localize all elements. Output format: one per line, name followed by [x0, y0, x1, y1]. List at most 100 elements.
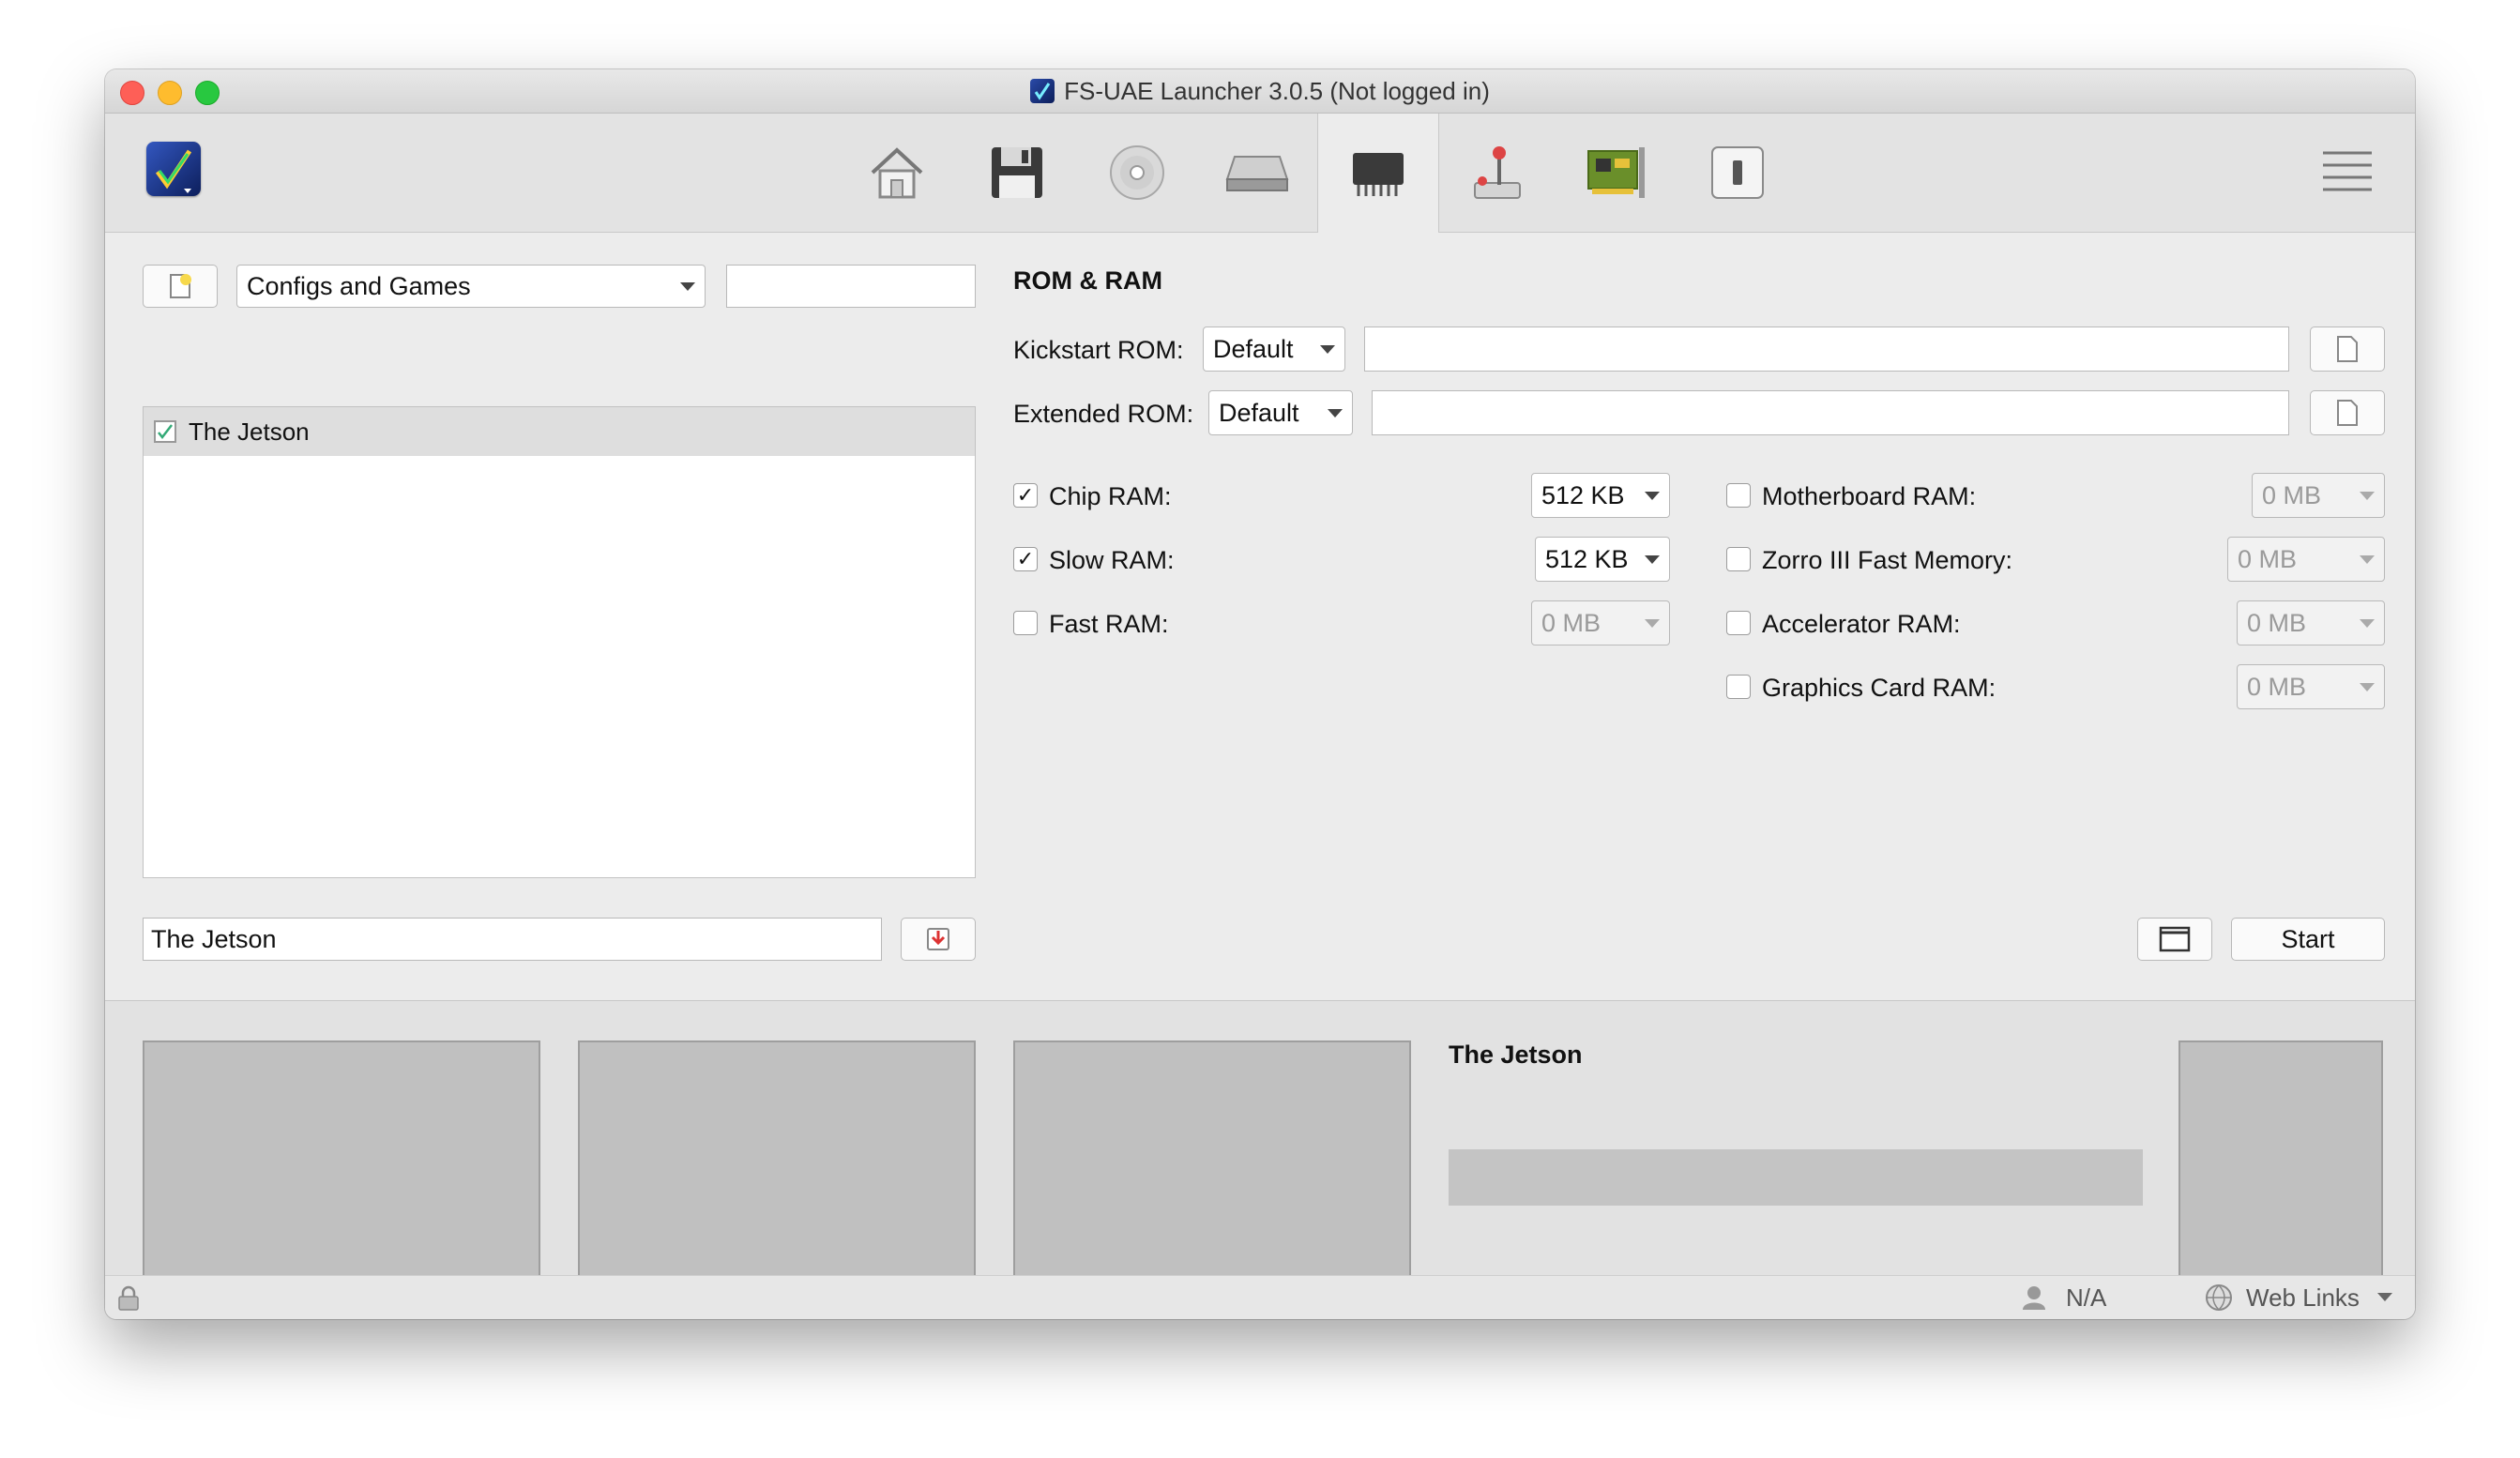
tab-misc[interactable]	[1677, 114, 1798, 232]
extended-rom-path[interactable]	[1372, 390, 2289, 435]
title-bar: FS-UAE Launcher 3.0.5 (Not logged in)	[105, 69, 2415, 114]
motherboard-ram-checkbox[interactable]	[1726, 483, 1751, 508]
graphics-card-ram-value: 0 MB	[2247, 672, 2307, 701]
chip-ram-value: 512 KB	[1541, 480, 1625, 509]
main-menu-button[interactable]	[2321, 149, 2374, 199]
chevron-down-icon	[1645, 554, 1660, 564]
extended-rom-label: Extended ROM:	[1013, 400, 1194, 428]
chevron-down-icon	[2360, 682, 2375, 691]
section-title: ROM & RAM	[1013, 266, 1162, 295]
tab-hard-drives[interactable]	[1197, 114, 1317, 232]
search-input[interactable]	[726, 265, 976, 308]
main-toolbar	[105, 114, 2415, 234]
chip-ram-select[interactable]: 512 KB	[1531, 473, 1670, 518]
save-config-button[interactable]	[901, 918, 976, 961]
zorro-iii-value: 0 MB	[2238, 544, 2298, 573]
kickstart-rom-select[interactable]: Default	[1203, 327, 1345, 372]
kickstart-rom-value: Default	[1213, 334, 1294, 363]
app-title-icon	[1030, 79, 1055, 103]
chevron-down-icon	[1328, 408, 1343, 418]
new-config-button[interactable]	[143, 265, 218, 308]
tab-rom-ram[interactable]	[1317, 114, 1439, 234]
chevron-down-icon	[1320, 344, 1335, 354]
user-status[interactable]: N/A	[2066, 1283, 2106, 1313]
slow-ram-checkbox[interactable]: ✓	[1013, 547, 1038, 571]
new-document-icon	[170, 274, 191, 298]
slow-ram-value: 512 KB	[1545, 544, 1629, 573]
chevron-down-icon	[1645, 491, 1660, 500]
tab-cd-drives[interactable]	[1077, 114, 1197, 232]
tab-floppy-drives[interactable]	[957, 114, 1077, 232]
hard-drive-icon	[1225, 156, 1289, 191]
list-item[interactable]: The Jetson	[144, 407, 975, 456]
config-name-input[interactable]: The Jetson	[143, 918, 882, 961]
config-icon	[154, 420, 176, 443]
chevron-down-icon[interactable]	[2377, 1293, 2392, 1301]
file-icon	[2337, 336, 2358, 362]
chip-ram-checkbox[interactable]: ✓	[1013, 483, 1038, 508]
graphics-card-ram-label: Graphics Card RAM:	[1762, 674, 1996, 702]
switch-icon	[1711, 146, 1764, 199]
game-title: The Jetson	[1449, 1040, 1583, 1069]
slow-ram-label: Slow RAM:	[1049, 546, 1175, 574]
floppy-disk-icon	[992, 147, 1042, 198]
extended-rom-value: Default	[1219, 398, 1299, 427]
accelerator-ram-select[interactable]: 0 MB	[2237, 600, 2385, 645]
motherboard-ram-value: 0 MB	[2262, 480, 2322, 509]
browse-extended-button[interactable]	[2310, 390, 2385, 435]
kickstart-rom-path[interactable]	[1364, 327, 2289, 372]
main-content: Configs and Games The Jetson The Jetson …	[105, 233, 2415, 1000]
lock-icon[interactable]	[116, 1285, 141, 1312]
fast-ram-checkbox[interactable]	[1013, 611, 1038, 635]
config-list[interactable]: The Jetson	[143, 406, 976, 878]
screenshot-2[interactable]	[578, 1040, 976, 1298]
list-item-label: The Jetson	[189, 417, 310, 446]
tab-expansions[interactable]	[1557, 114, 1677, 232]
graphics-card-ram-select[interactable]: 0 MB	[2237, 664, 2385, 709]
expansion-card-icon	[1587, 147, 1645, 198]
accelerator-ram-value: 0 MB	[2247, 608, 2307, 637]
zorro-iii-checkbox[interactable]	[1726, 547, 1751, 571]
memory-chip-icon	[1353, 153, 1404, 196]
list-filter-select[interactable]: Configs and Games	[236, 265, 706, 308]
screenshot-1[interactable]	[143, 1040, 540, 1298]
user-icon	[2023, 1286, 2045, 1310]
zorro-iii-label: Zorro III Fast Memory:	[1762, 546, 2013, 574]
file-icon	[2337, 400, 2358, 426]
game-info-bar	[1449, 1149, 2143, 1206]
fast-ram-label: Fast RAM:	[1049, 610, 1169, 638]
browse-kickstart-button[interactable]	[2310, 327, 2385, 372]
game-info-panel: The Jetson	[105, 1000, 2415, 1298]
cover-art[interactable]	[2178, 1040, 2383, 1298]
list-filter-value: Configs and Games	[247, 271, 471, 300]
cd-rom-icon	[1110, 145, 1164, 200]
tab-home[interactable]	[837, 114, 957, 232]
accelerator-ram-label: Accelerator RAM:	[1762, 610, 1961, 638]
motherboard-ram-select[interactable]: 0 MB	[2252, 473, 2385, 518]
joystick-icon	[1474, 146, 1521, 199]
hamburger-menu-icon	[2323, 151, 2372, 191]
motherboard-ram-label: Motherboard RAM:	[1762, 482, 1977, 510]
tab-input[interactable]	[1437, 114, 1557, 232]
home-icon	[871, 147, 923, 199]
accelerator-ram-checkbox[interactable]	[1726, 611, 1751, 635]
graphics-card-ram-checkbox[interactable]	[1726, 675, 1751, 699]
start-button[interactable]: Start	[2231, 918, 2385, 961]
chevron-down-icon	[2360, 554, 2375, 564]
window-title: FS-UAE Launcher 3.0.5 (Not logged in)	[1064, 76, 1490, 105]
save-icon	[927, 928, 949, 950]
globe-icon	[2206, 1284, 2232, 1311]
zorro-iii-select[interactable]: 0 MB	[2227, 537, 2385, 582]
app-logo-icon[interactable]	[146, 142, 201, 196]
chevron-down-icon	[1645, 618, 1660, 628]
window-icon	[2159, 926, 2191, 952]
web-links-menu[interactable]: Web Links	[2246, 1283, 2360, 1313]
fast-ram-select[interactable]: 0 MB	[1531, 600, 1670, 645]
chip-ram-label: Chip RAM:	[1049, 482, 1172, 510]
window-mode-button[interactable]	[2137, 918, 2212, 961]
slow-ram-select[interactable]: 512 KB	[1535, 537, 1670, 582]
app-window: FS-UAE Launcher 3.0.5 (Not logged in) Co…	[105, 69, 2415, 1319]
extended-rom-select[interactable]: Default	[1208, 390, 1353, 435]
screenshot-3[interactable]	[1013, 1040, 1411, 1298]
fast-ram-value: 0 MB	[1541, 608, 1602, 637]
